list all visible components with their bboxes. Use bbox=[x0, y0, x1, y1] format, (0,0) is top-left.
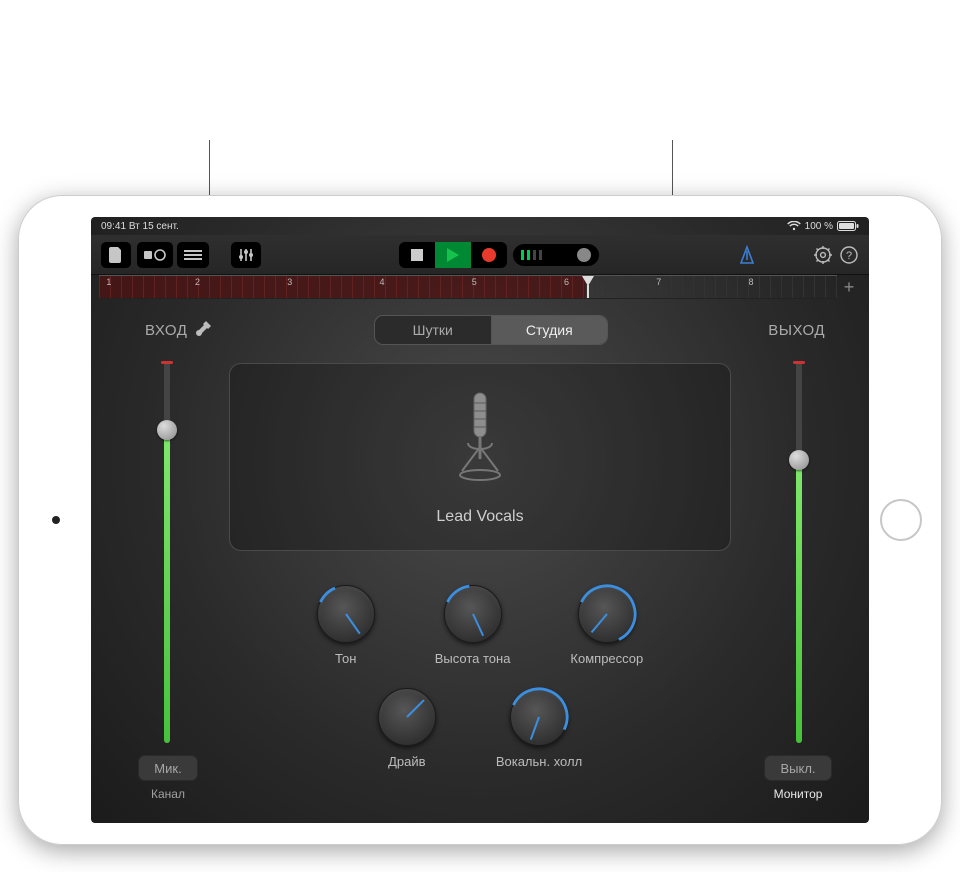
home-button[interactable] bbox=[880, 499, 922, 541]
battery-icon bbox=[837, 221, 859, 231]
ruler-bar-labels: 1 2 3 4 5 6 7 8 bbox=[99, 277, 837, 288]
preset-tabs: Шутки Студия bbox=[374, 315, 608, 345]
record-button[interactable] bbox=[471, 242, 507, 268]
my-songs-button[interactable] bbox=[101, 242, 131, 268]
monitor-label: Монитор bbox=[774, 787, 823, 801]
tab-fun[interactable]: Шутки bbox=[375, 316, 491, 344]
status-bar: 09:41 Вт 15 сент. 100 % bbox=[91, 217, 869, 235]
knob-drive[interactable]: Драйв bbox=[378, 688, 436, 769]
status-date: Вт 15 сент. bbox=[129, 221, 179, 232]
input-level-slider[interactable] bbox=[137, 355, 197, 749]
master-volume-slider[interactable] bbox=[513, 244, 599, 266]
microphone-icon bbox=[452, 389, 508, 494]
channel-footer: Мик. Канал bbox=[123, 755, 213, 801]
status-time: 09:41 bbox=[101, 221, 126, 232]
audio-recorder-panel: ВХОД Шутки Студия ВЫХОД bbox=[91, 299, 869, 823]
play-button[interactable] bbox=[435, 242, 471, 268]
app-toolbar: ? bbox=[91, 235, 869, 275]
preset-name: Lead Vocals bbox=[436, 508, 523, 526]
status-battery-text: 100 % bbox=[805, 221, 833, 232]
knob-compressor[interactable]: Компрессор bbox=[570, 585, 643, 666]
monitor-footer: Выкл. Монитор bbox=[753, 755, 843, 801]
ipad-frame: 09:41 Вт 15 сент. 100 % bbox=[18, 195, 942, 845]
help-button[interactable]: ? bbox=[839, 245, 859, 265]
plug-icon[interactable] bbox=[195, 319, 213, 341]
knob-tone[interactable]: Тон bbox=[317, 585, 375, 666]
status-right: 100 % bbox=[787, 221, 859, 232]
stop-button[interactable] bbox=[399, 242, 435, 268]
output-section-label: ВЫХОД bbox=[768, 322, 851, 339]
tab-studio[interactable]: Студия bbox=[491, 316, 607, 344]
input-section-label: ВХОД bbox=[109, 319, 213, 341]
monitor-off-chip[interactable]: Выкл. bbox=[764, 755, 831, 781]
knob-pitch[interactable]: Высота тона bbox=[435, 585, 511, 666]
wifi-icon bbox=[787, 221, 801, 231]
track-controls-button[interactable] bbox=[231, 242, 261, 268]
status-left: 09:41 Вт 15 сент. bbox=[101, 221, 179, 232]
browser-button[interactable] bbox=[137, 242, 173, 268]
tracks-button[interactable] bbox=[177, 242, 209, 268]
channel-label: Канал bbox=[151, 787, 185, 801]
preset-card[interactable]: Lead Vocals bbox=[229, 363, 731, 551]
knob-area: Тон Высота тона bbox=[229, 565, 731, 809]
transport-controls bbox=[399, 242, 507, 268]
add-section-button[interactable]: + bbox=[837, 275, 861, 299]
timeline-ruler[interactable]: 1 2 3 4 5 6 7 8 + bbox=[99, 275, 861, 299]
svg-text:?: ? bbox=[846, 250, 852, 262]
app-screen: 09:41 Вт 15 сент. 100 % bbox=[91, 217, 869, 823]
settings-button[interactable] bbox=[813, 245, 833, 265]
mic-chip[interactable]: Мик. bbox=[138, 755, 197, 781]
metronome-button[interactable] bbox=[737, 245, 757, 265]
knob-vocal-hall[interactable]: Вокальн. холл bbox=[496, 688, 582, 769]
output-level-slider[interactable] bbox=[769, 355, 829, 749]
